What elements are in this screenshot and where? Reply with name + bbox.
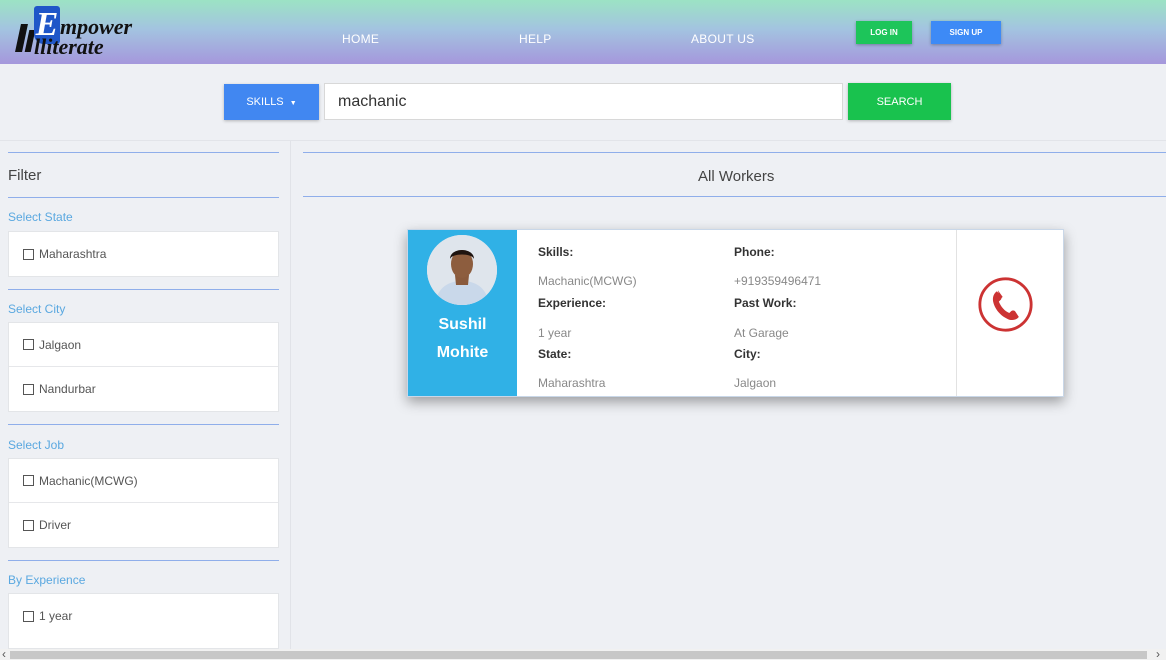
past-work-label: Past Work: — [734, 296, 797, 310]
skills-label: SKILLS — [246, 96, 284, 108]
divider — [8, 197, 279, 198]
filter-title: Filter — [8, 167, 42, 184]
filter-option-jalgaon[interactable]: Jalgaon — [9, 323, 278, 367]
city-label: City: — [734, 347, 761, 361]
divider — [303, 152, 1166, 153]
option-label: Nandurbar — [39, 382, 96, 396]
state-value: Maharashtra — [538, 376, 606, 390]
option-label: Maharashtra — [39, 247, 107, 261]
section-label-experience: By Experience — [8, 573, 86, 587]
experience-label: Experience: — [538, 296, 607, 310]
search-button[interactable]: SEARCH — [848, 83, 951, 120]
section-label-city: Select City — [8, 302, 66, 316]
divider — [303, 196, 1166, 197]
phone-value: +919359496471 — [734, 274, 822, 288]
job-options: Machanic(MCWG) Driver — [8, 458, 279, 548]
checkbox[interactable] — [23, 248, 34, 260]
divider — [8, 424, 279, 425]
scrollbar-thumb[interactable] — [10, 651, 1147, 659]
scroll-left-icon[interactable]: ‹ — [2, 647, 6, 660]
search-input[interactable] — [324, 83, 843, 120]
phone-label: Phone: — [734, 245, 775, 259]
nav-home[interactable]: HOME — [342, 32, 379, 46]
caret-down-icon: ▼ — [289, 100, 297, 107]
filter-option-nandurbar[interactable]: Nandurbar — [9, 367, 278, 411]
checkbox[interactable] — [23, 610, 34, 622]
worker-card-profile: Sushil Mohite — [408, 230, 517, 396]
scroll-right-icon[interactable]: › — [1156, 647, 1160, 660]
past-work-value: At Garage — [734, 326, 789, 340]
checkbox[interactable] — [23, 519, 34, 531]
filter-option-machanic[interactable]: Machanic(MCWG) — [9, 459, 278, 503]
city-options: Jalgaon Nandurbar — [8, 322, 279, 412]
checkbox[interactable] — [23, 383, 34, 395]
person-photo-icon — [427, 235, 497, 305]
worker-card[interactable]: Sushil Mohite Skills: Machanic(MCWG) Exp… — [407, 229, 1064, 397]
section-label-state: Select State — [8, 210, 73, 224]
signup-button[interactable]: SIGN UP — [931, 21, 1001, 44]
section-label-job: Select Job — [8, 438, 65, 452]
top-navbar: E mpower lliterate HOME HELP ABOUT US LO… — [0, 0, 1166, 64]
option-label: Jalgaon — [39, 337, 82, 352]
option-label: Driver — [39, 518, 71, 532]
worker-first-name: Sushil — [438, 316, 487, 333]
state-label: State: — [538, 347, 572, 361]
skills-dropdown-button[interactable]: SKILLS ▼ — [224, 84, 319, 120]
avatar — [427, 235, 497, 305]
checkbox[interactable] — [23, 475, 34, 486]
main-title: All Workers — [698, 168, 775, 185]
skills-label: Skills: — [538, 245, 574, 259]
nav-help[interactable]: HELP — [519, 32, 552, 46]
divider — [8, 560, 279, 561]
login-button[interactable]: LOG IN — [856, 21, 912, 44]
experience-options: 1 year — [8, 593, 279, 649]
logo-word-2: lliterate — [34, 34, 104, 59]
city-value: Jalgaon — [734, 376, 777, 390]
divider — [8, 289, 279, 290]
phone-call-icon[interactable] — [977, 276, 1034, 333]
divider — [8, 152, 279, 153]
horizontal-scrollbar[interactable]: ‹ › — [0, 647, 1166, 660]
checkbox[interactable] — [23, 339, 34, 350]
state-options: Maharashtra — [8, 231, 279, 277]
filter-option-driver[interactable]: Driver — [9, 503, 278, 547]
nav-about[interactable]: ABOUT US — [691, 32, 755, 46]
filter-option-maharashtra[interactable]: Maharashtra — [9, 232, 278, 276]
experience-value: 1 year — [538, 326, 572, 340]
skills-value: Machanic(MCWG) — [538, 274, 637, 288]
option-label: 1 year — [39, 609, 73, 623]
worker-last-name: Mohite — [436, 344, 489, 361]
filter-option-1-year[interactable]: 1 year — [9, 594, 278, 638]
call-area[interactable] — [956, 230, 1064, 396]
brand-logo[interactable]: E mpower lliterate — [14, 4, 164, 60]
option-label: Machanic(MCWG) — [39, 473, 138, 488]
